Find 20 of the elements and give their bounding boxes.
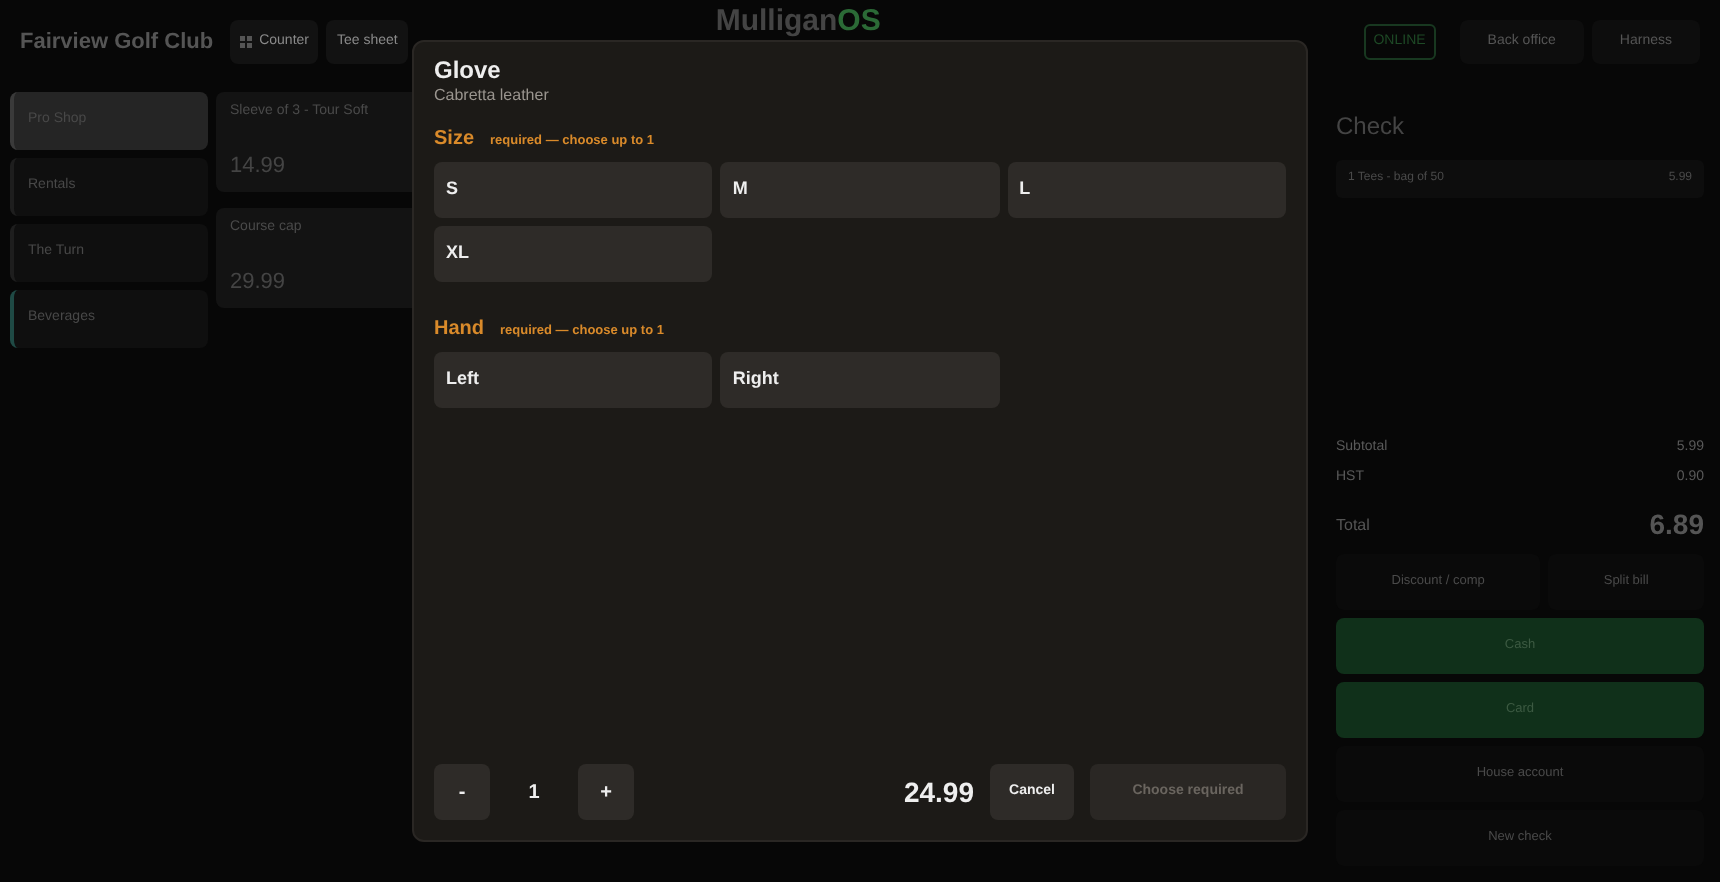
item-price: 24.99 (903, 773, 974, 811)
decrease-button[interactable]: - (434, 764, 490, 820)
quantity-value: 1 (526, 779, 542, 807)
option-button[interactable]: XL (434, 226, 713, 283)
group-title: Hand (434, 316, 484, 345)
modal-title: Glove (434, 58, 503, 85)
option-button[interactable]: Left (434, 352, 713, 409)
total-amount: 6.89 (1649, 506, 1704, 544)
total-label: Total (1336, 513, 1370, 537)
option-button[interactable]: L (1007, 162, 1286, 219)
grid-icon (239, 36, 252, 48)
logo: MulliganOS (715, 4, 881, 38)
check-title: Check (1336, 110, 1407, 144)
option-button[interactable]: Right (720, 352, 1000, 409)
option-button[interactable]: S (434, 162, 713, 219)
group-title: Size (434, 126, 475, 155)
modal-subtitle: Cabretta leather (434, 84, 551, 109)
option-button[interactable]: M (720, 162, 1000, 219)
increase-button[interactable]: + (578, 764, 634, 820)
club-name: Fairview Golf Club (20, 27, 214, 58)
